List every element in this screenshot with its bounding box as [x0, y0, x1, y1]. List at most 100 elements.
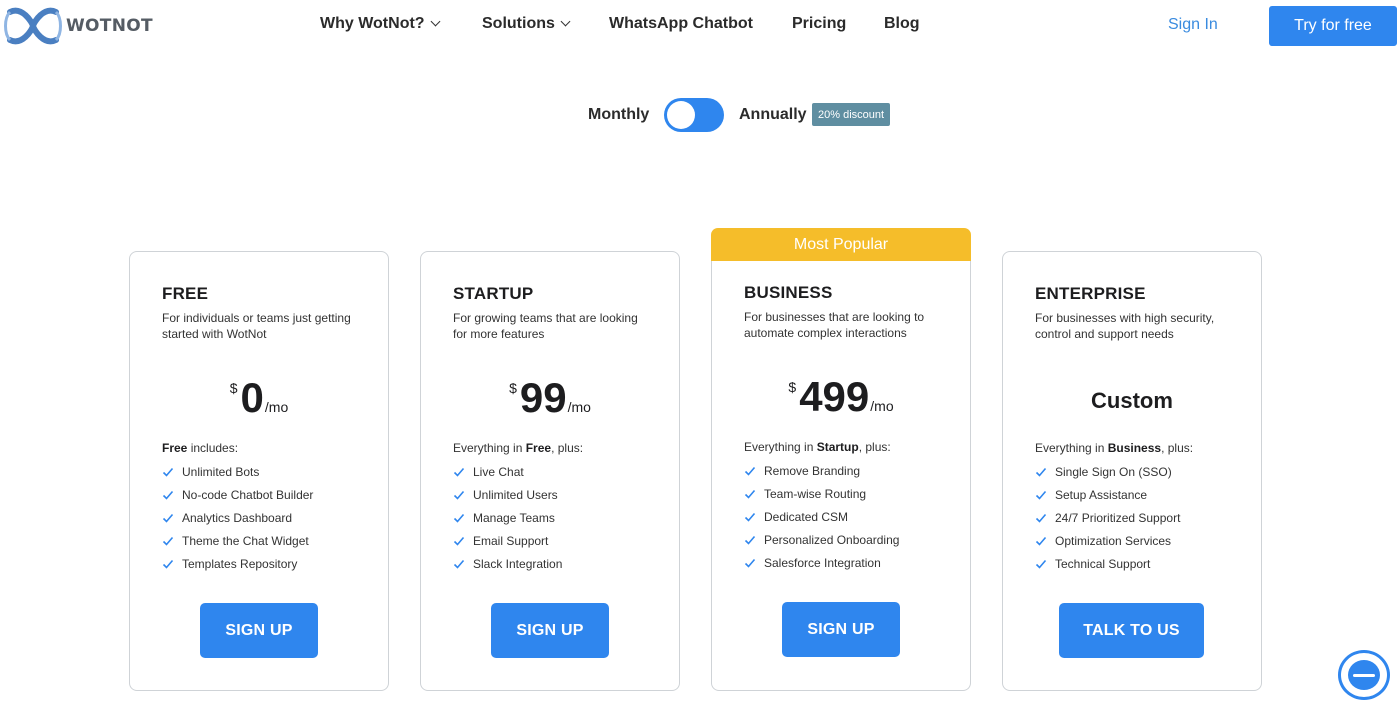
feature-text: Templates Repository — [182, 556, 298, 571]
includes-heading: Everything in Startup, plus: — [744, 440, 891, 454]
plan-card-enterprise: ENTERPRISE For businesses with high secu… — [1002, 251, 1262, 691]
feature-text: Setup Assistance — [1055, 487, 1148, 502]
feature-item: Email Support — [453, 529, 562, 552]
plan-name: ENTERPRISE — [1035, 284, 1146, 303]
monthly-label[interactable]: Monthly — [588, 106, 649, 124]
feature-text: Optimization Services — [1055, 533, 1172, 548]
check-icon — [453, 513, 465, 523]
annually-label[interactable]: Annually — [739, 106, 807, 124]
nav-label: WhatsApp Chatbot — [609, 15, 753, 32]
plan-description: For growing teams that are looking for m… — [453, 311, 638, 341]
feature-item: Single Sign On (SSO) — [1035, 460, 1180, 483]
nav-label: Blog — [884, 15, 920, 32]
nav-whatsapp-chatbot[interactable]: WhatsApp Chatbot — [609, 15, 753, 33]
nav-blog[interactable]: Blog — [884, 15, 920, 33]
check-icon — [162, 559, 174, 569]
site-header: WOTNOT Why WotNot? Solutions WhatsApp Ch… — [0, 0, 1400, 52]
price-amount: 99 — [519, 374, 567, 421]
check-icon — [744, 558, 756, 568]
includes-prefix: Everything in — [1035, 441, 1108, 455]
check-icon — [1035, 536, 1047, 546]
plan-name: STARTUP — [453, 284, 534, 303]
includes-heading: Everything in Free, plus: — [453, 441, 583, 455]
plan-card-free: FREE For individuals or teams just getti… — [129, 251, 389, 691]
toggle-knob — [667, 101, 695, 129]
feature-text: No-code Chatbot Builder — [182, 487, 314, 502]
brand-logo[interactable]: WOTNOT — [2, 2, 153, 50]
check-icon — [162, 467, 174, 477]
check-icon — [1035, 467, 1047, 477]
plan-card-business: BUSINESS For businesses that are looking… — [711, 261, 971, 691]
feature-text: Personalized Onboarding — [764, 532, 900, 547]
price-period: /mo — [567, 399, 591, 415]
check-icon — [1035, 490, 1047, 500]
check-icon — [162, 490, 174, 500]
check-icon — [744, 489, 756, 499]
check-icon — [453, 490, 465, 500]
plan-price: $0/mo — [130, 374, 388, 422]
includes-plan: Free — [525, 441, 552, 455]
plan-card-startup: STARTUP For growing teams that are looki… — [420, 251, 680, 691]
billing-toggle-switch[interactable] — [664, 98, 724, 132]
includes-plan: Business — [1107, 441, 1162, 455]
plan-description: For individuals or teams just getting st… — [162, 311, 351, 341]
price-amount: 499 — [799, 373, 870, 420]
talk-to-us-button[interactable]: TALK TO US — [1059, 603, 1204, 658]
sign-up-button[interactable]: SIGN UP — [200, 603, 318, 658]
feature-text: Theme the Chat Widget — [182, 533, 309, 548]
check-icon — [162, 513, 174, 523]
check-icon — [744, 466, 756, 476]
sign-up-button[interactable]: SIGN UP — [491, 603, 609, 658]
try-for-free-button[interactable]: Try for free — [1269, 6, 1397, 46]
sign-in-link[interactable]: Sign In — [1168, 16, 1218, 34]
feature-text: Unlimited Users — [473, 487, 558, 502]
price-period: /mo — [870, 398, 894, 414]
feature-text: Analytics Dashboard — [182, 510, 293, 525]
feature-item: Unlimited Users — [453, 483, 562, 506]
nav-label: Why WotNot? — [320, 15, 425, 32]
nav-solutions[interactable]: Solutions — [482, 15, 571, 33]
feature-item: Slack Integration — [453, 552, 562, 575]
feature-text: Email Support — [473, 533, 549, 548]
check-icon — [744, 512, 756, 522]
chat-widget-button[interactable] — [1338, 650, 1390, 700]
plan-price: $99/mo — [421, 374, 679, 422]
includes-suffix: , plus: — [1161, 441, 1194, 455]
includes-suffix: , plus: — [858, 440, 891, 454]
feature-text: Salesforce Integration — [764, 555, 881, 570]
nav-why-wotnot[interactable]: Why WotNot? — [320, 15, 441, 33]
feature-item: 24/7 Prioritized Support — [1035, 506, 1180, 529]
plan-name: BUSINESS — [744, 283, 833, 302]
feature-text: Team-wise Routing — [764, 486, 867, 501]
feature-item: Live Chat — [453, 460, 562, 483]
feature-text: Slack Integration — [473, 556, 563, 571]
feature-text: Unlimited Bots — [182, 464, 260, 479]
most-popular-ribbon: Most Popular — [711, 228, 971, 261]
plan-price: $499/mo — [712, 373, 970, 421]
feature-item: Team-wise Routing — [744, 482, 899, 505]
chat-widget-icon — [1348, 660, 1380, 690]
feature-text: Manage Teams — [473, 510, 555, 525]
feature-text: 24/7 Prioritized Support — [1055, 510, 1181, 525]
check-icon — [1035, 513, 1047, 523]
discount-badge: 20% discount — [812, 103, 891, 126]
brand-name: WOTNOT — [66, 16, 153, 36]
check-icon — [453, 467, 465, 477]
check-icon — [162, 536, 174, 546]
check-icon — [453, 536, 465, 546]
feature-item: Remove Branding — [744, 459, 899, 482]
feature-item: Analytics Dashboard — [162, 506, 313, 529]
feature-list: Single Sign On (SSO) Setup Assistance 24… — [1035, 460, 1180, 575]
includes-prefix: Everything in — [453, 441, 526, 455]
feature-item: Theme the Chat Widget — [162, 529, 313, 552]
feature-list: Remove Branding Team-wise Routing Dedica… — [744, 459, 899, 574]
includes-plan: Startup — [816, 440, 859, 454]
nav-pricing[interactable]: Pricing — [792, 15, 846, 33]
feature-item: Unlimited Bots — [162, 460, 313, 483]
feature-list: Unlimited Bots No-code Chatbot Builder A… — [162, 460, 313, 575]
check-icon — [1035, 559, 1047, 569]
feature-text: Remove Branding — [764, 463, 861, 478]
price-amount: 0 — [240, 374, 264, 421]
custom-price: Custom — [1091, 388, 1173, 413]
sign-up-button[interactable]: SIGN UP — [782, 602, 900, 657]
